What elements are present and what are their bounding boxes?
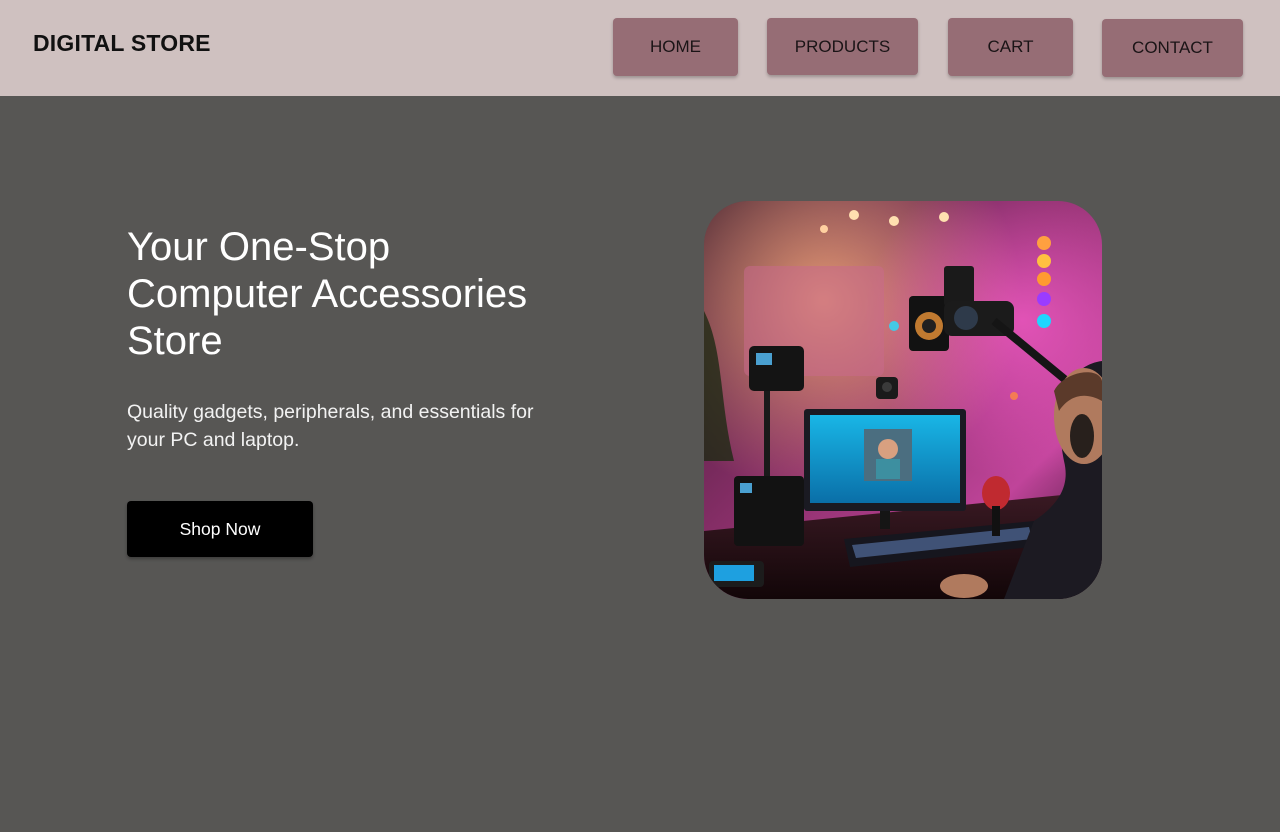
- shop-now-button[interactable]: Shop Now: [127, 501, 313, 557]
- nav-cart-button[interactable]: CART: [948, 18, 1073, 76]
- nav-contact-button[interactable]: CONTACT: [1102, 19, 1243, 77]
- nav-home-button[interactable]: HOME: [613, 18, 738, 76]
- nav-products-button[interactable]: PRODUCTS: [767, 18, 918, 75]
- streaming-setup-illustration: [704, 201, 1102, 599]
- site-header: DIGITAL STORE HOME PRODUCTS CART CONTACT: [0, 0, 1280, 96]
- brand-logo-text[interactable]: DIGITAL STORE: [33, 30, 211, 57]
- hero-subtitle: Quality gadgets, peripherals, and essent…: [127, 401, 534, 451]
- hero-image: [704, 201, 1102, 599]
- hero-title: Your One-Stop Computer Accessories Store: [127, 225, 528, 363]
